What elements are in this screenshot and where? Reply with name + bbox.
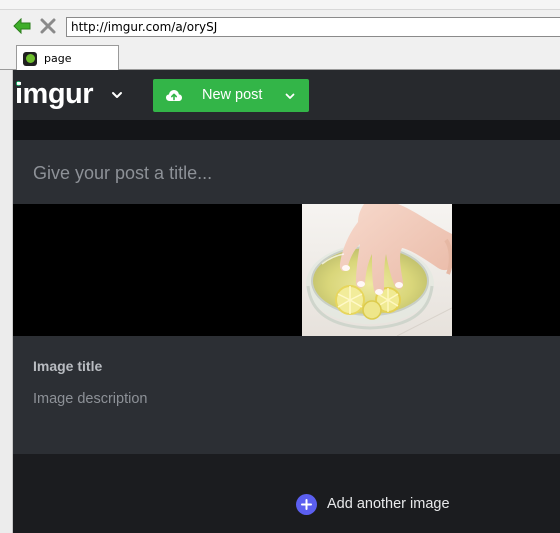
browser-tab[interactable]: page [16, 45, 119, 71]
back-button[interactable] [12, 16, 32, 36]
imgur-page: imgur New post Give your post a title...… [13, 70, 560, 533]
chevron-down-icon[interactable] [283, 89, 297, 103]
post-editor-card: Image title Image description [13, 140, 560, 454]
browser-chrome: http://imgur.com/a/orySJ page [0, 0, 560, 71]
tab-strip: page [0, 42, 560, 71]
cloud-upload-icon [166, 90, 182, 101]
window-top-border [0, 0, 560, 10]
post-title-input[interactable] [33, 158, 533, 188]
stop-button[interactable] [38, 16, 58, 36]
add-another-image-label: Add another image [327, 496, 450, 512]
stop-icon [40, 18, 56, 34]
plus-circle-icon [296, 493, 317, 515]
address-text: http://imgur.com/a/orySJ [71, 20, 218, 34]
header-separator [13, 120, 560, 140]
back-arrow-icon [13, 18, 31, 34]
image-description-field[interactable]: Image description [33, 391, 147, 407]
image-title-field[interactable]: Image title [33, 358, 102, 374]
browser-side-strip [0, 70, 13, 533]
image-content [302, 204, 452, 336]
imgur-favicon-icon [23, 51, 37, 66]
new-post-label: New post [202, 87, 263, 103]
image-preview-strip [13, 204, 560, 336]
imgur-logo[interactable]: imgur [15, 78, 94, 112]
new-post-button[interactable]: New post [153, 79, 309, 112]
chevron-down-icon[interactable] [109, 87, 125, 103]
site-header: imgur New post [13, 70, 560, 120]
add-another-image-button[interactable]: Add another image [296, 493, 450, 515]
address-bar[interactable]: http://imgur.com/a/orySJ [66, 17, 560, 37]
tab-title: page [44, 52, 72, 65]
uploaded-image[interactable] [302, 204, 452, 336]
